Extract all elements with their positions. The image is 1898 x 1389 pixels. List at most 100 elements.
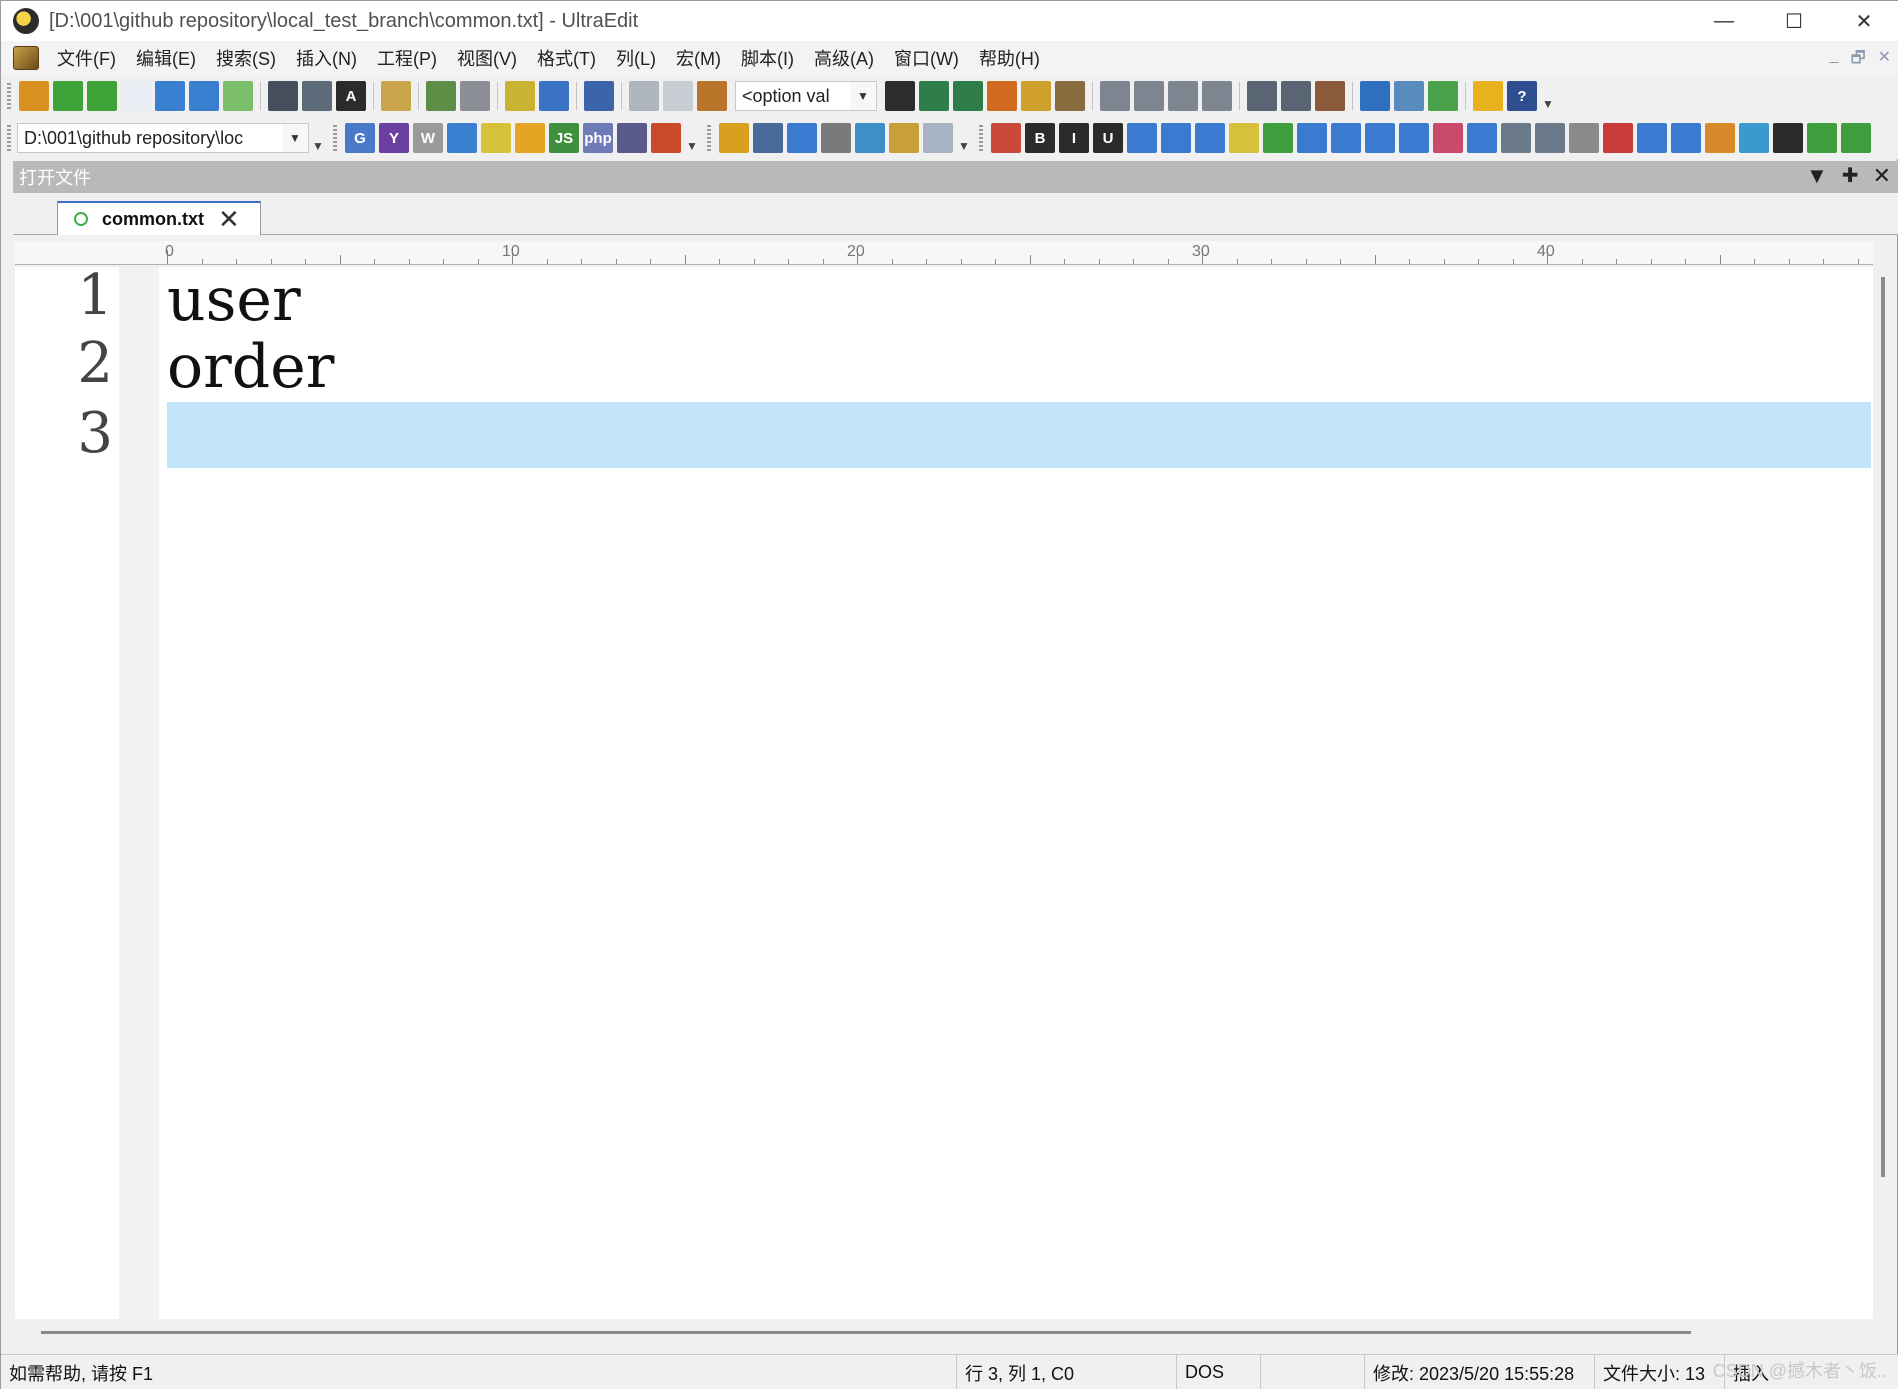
document-view-icon[interactable] bbox=[539, 81, 569, 111]
php-icon[interactable]: php bbox=[583, 123, 613, 153]
line-numbers-icon[interactable] bbox=[426, 81, 456, 111]
css-icon[interactable] bbox=[617, 123, 647, 153]
path-combo[interactable]: D:\001\github repository\loc ▼ bbox=[17, 123, 309, 153]
replace-icon[interactable] bbox=[987, 81, 1017, 111]
browser-icon[interactable] bbox=[584, 81, 614, 111]
pin-icon[interactable]: ✚ bbox=[1842, 163, 1859, 189]
web-icon[interactable] bbox=[1360, 81, 1390, 111]
heading4-icon[interactable] bbox=[1399, 123, 1429, 153]
menu-window[interactable]: 窗口(W) bbox=[884, 45, 969, 71]
ultraedit-logo-icon[interactable] bbox=[13, 8, 39, 34]
doc-link-icon[interactable] bbox=[923, 123, 953, 153]
chrome-icon[interactable] bbox=[719, 123, 749, 153]
menu-help[interactable]: 帮助(H) bbox=[969, 45, 1050, 71]
search-web-icon[interactable] bbox=[447, 123, 477, 153]
toolbar-grip[interactable] bbox=[7, 125, 11, 151]
underline-icon[interactable]: U bbox=[1093, 123, 1123, 153]
mdi-close-button[interactable]: ✕ bbox=[1878, 47, 1891, 74]
word-wrap-icon[interactable] bbox=[381, 81, 411, 111]
tip-bulb-icon[interactable] bbox=[1473, 81, 1503, 111]
html-table-icon[interactable] bbox=[1127, 123, 1157, 153]
image-icon[interactable] bbox=[1705, 123, 1735, 153]
password-icon[interactable] bbox=[1569, 123, 1599, 153]
save-icon[interactable] bbox=[223, 81, 253, 111]
horizontal-scrollbar[interactable] bbox=[41, 1331, 1691, 1334]
refresh-icon[interactable] bbox=[1428, 81, 1458, 111]
italic-icon[interactable]: I bbox=[1059, 123, 1089, 153]
font-icon[interactable]: A bbox=[336, 81, 366, 111]
menu-format[interactable]: 格式(T) bbox=[527, 45, 606, 71]
find-in-files-icon[interactable] bbox=[1021, 81, 1051, 111]
code-line[interactable]: user bbox=[167, 267, 301, 333]
back-arrow-icon[interactable] bbox=[53, 81, 83, 111]
checkbox-icon[interactable] bbox=[1637, 123, 1667, 153]
list-icon[interactable] bbox=[991, 123, 1021, 153]
text-editor[interactable]: 1 2 3 user order bbox=[15, 263, 1873, 1319]
find-prev-icon[interactable] bbox=[919, 81, 949, 111]
replace-in-files-icon[interactable] bbox=[1055, 81, 1085, 111]
toolbar-grip[interactable] bbox=[707, 125, 711, 151]
status-line-ending[interactable]: DOS bbox=[1176, 1354, 1260, 1389]
panel-dropdown-icon[interactable]: ▼ bbox=[1806, 163, 1828, 189]
anchor-icon[interactable] bbox=[1773, 123, 1803, 153]
bulb-search-icon[interactable] bbox=[481, 123, 511, 153]
textarea-icon[interactable] bbox=[1535, 123, 1565, 153]
option-combo[interactable]: <option val ▼ bbox=[735, 81, 877, 111]
toolbar-overflow-button[interactable]: ▼ bbox=[1539, 81, 1557, 111]
radio-icon[interactable] bbox=[1671, 123, 1701, 153]
align-right-icon[interactable] bbox=[1168, 81, 1198, 111]
toolbar-grip[interactable] bbox=[979, 125, 983, 151]
code-line[interactable]: order bbox=[167, 334, 334, 400]
folder-search-icon[interactable] bbox=[515, 123, 545, 153]
menu-column[interactable]: 列(L) bbox=[606, 45, 666, 71]
paste-icon[interactable] bbox=[697, 81, 727, 111]
yahoo-icon[interactable]: Y bbox=[379, 123, 409, 153]
cut-icon[interactable] bbox=[629, 81, 659, 111]
heading1-icon[interactable] bbox=[1297, 123, 1327, 153]
tile-window-icon[interactable] bbox=[1281, 81, 1311, 111]
print-preview-icon[interactable] bbox=[302, 81, 332, 111]
menu-edit[interactable]: 编辑(E) bbox=[126, 45, 206, 71]
bold-icon[interactable]: B bbox=[1025, 123, 1055, 153]
cascade-window-icon[interactable] bbox=[1315, 81, 1345, 111]
menu-file[interactable]: 文件(F) bbox=[47, 45, 126, 71]
toolbar-overflow-button[interactable]: ▼ bbox=[309, 123, 327, 153]
comment-icon[interactable] bbox=[1807, 123, 1837, 153]
tab-common-txt[interactable]: common.txt ✕ bbox=[57, 201, 261, 235]
panel-close-icon[interactable]: ✕ bbox=[1873, 163, 1891, 189]
chevron-down-icon[interactable]: ▼ bbox=[850, 82, 876, 110]
toolbar-overflow-button[interactable]: ▼ bbox=[955, 123, 973, 153]
new-file-icon[interactable] bbox=[121, 81, 151, 111]
menu-view[interactable]: 视图(V) bbox=[447, 45, 527, 71]
number-icon[interactable] bbox=[855, 123, 885, 153]
open-file-icon[interactable] bbox=[155, 81, 185, 111]
button-icon[interactable] bbox=[1467, 123, 1497, 153]
menu-advanced[interactable]: 高级(A) bbox=[804, 45, 884, 71]
hex-edit-icon[interactable] bbox=[460, 81, 490, 111]
column-mode-icon[interactable] bbox=[505, 81, 535, 111]
tab-close-icon[interactable]: ✕ bbox=[218, 206, 240, 232]
mdi-minimize-button[interactable]: _ bbox=[1830, 47, 1839, 74]
menu-project[interactable]: 工程(P) bbox=[367, 45, 447, 71]
maximize-button[interactable]: ☐ bbox=[1759, 1, 1829, 41]
copy-icon[interactable] bbox=[663, 81, 693, 111]
js-icon[interactable]: JS bbox=[549, 123, 579, 153]
color-grid-icon[interactable] bbox=[1229, 123, 1259, 153]
pen-icon[interactable] bbox=[889, 123, 919, 153]
reset-icon[interactable] bbox=[1603, 123, 1633, 153]
heading2-icon[interactable] bbox=[1331, 123, 1361, 153]
chevron-down-icon[interactable]: ▼ bbox=[282, 124, 308, 152]
toolbar-grip[interactable] bbox=[333, 125, 337, 151]
menu-insert[interactable]: 插入(N) bbox=[286, 45, 367, 71]
print-icon[interactable] bbox=[268, 81, 298, 111]
document-menu-icon[interactable] bbox=[13, 46, 39, 70]
wikipedia-icon[interactable]: W bbox=[413, 123, 443, 153]
forward-arrow-icon[interactable] bbox=[87, 81, 117, 111]
google-icon[interactable]: G bbox=[345, 123, 375, 153]
find-icon[interactable] bbox=[885, 81, 915, 111]
align-center-icon[interactable] bbox=[1134, 81, 1164, 111]
mdi-restore-button[interactable]: 🗗 bbox=[1851, 47, 1866, 74]
close-file-icon[interactable] bbox=[189, 81, 219, 111]
special-char-icon[interactable] bbox=[1841, 123, 1871, 153]
palette-icon[interactable] bbox=[1263, 123, 1293, 153]
